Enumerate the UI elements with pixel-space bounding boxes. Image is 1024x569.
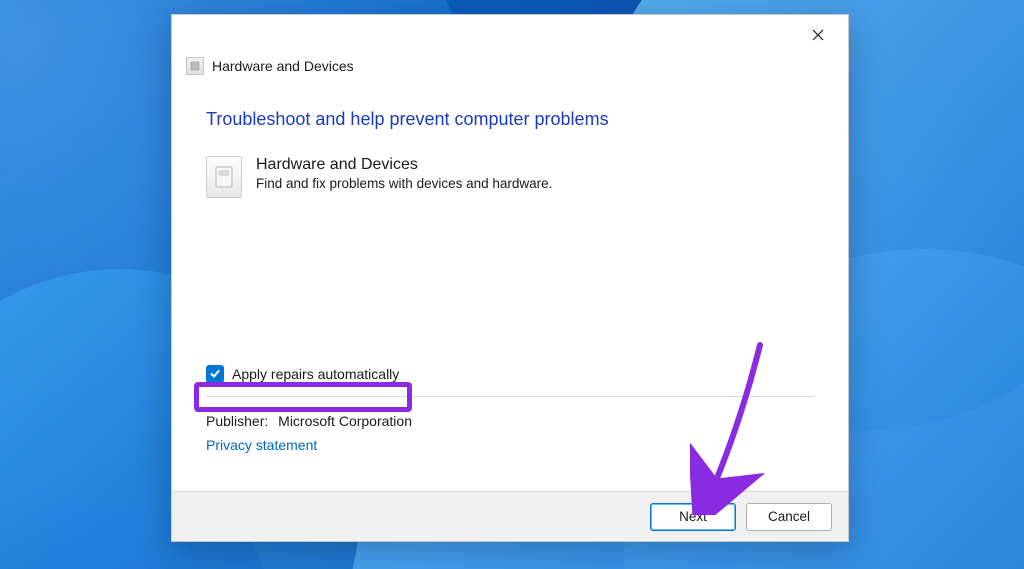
title-bar: [172, 15, 848, 55]
divider: [206, 396, 814, 397]
privacy-statement-link[interactable]: Privacy statement: [206, 437, 317, 453]
category-text: Hardware and Devices Find and fix proble…: [256, 156, 552, 191]
troubleshooter-dialog: Hardware and Devices Troubleshoot and he…: [171, 14, 849, 542]
publisher-label: Publisher:: [206, 413, 268, 429]
category-title: Hardware and Devices: [256, 156, 552, 174]
publisher-row: Publisher: Microsoft Corporation: [206, 413, 412, 429]
category-block: Hardware and Devices Find and fix proble…: [206, 156, 814, 198]
hardware-devices-icon: [206, 156, 242, 198]
next-button[interactable]: Next: [650, 503, 736, 531]
apply-repairs-label[interactable]: Apply repairs automatically: [232, 366, 399, 382]
apply-repairs-checkbox[interactable]: [206, 365, 224, 383]
troubleshooter-icon: [186, 57, 204, 75]
button-bar: Next Cancel: [172, 491, 848, 541]
header-row: Hardware and Devices: [172, 55, 848, 85]
apply-repairs-row[interactable]: Apply repairs automatically: [206, 365, 399, 383]
checkmark-icon: [209, 368, 221, 380]
dialog-content: Troubleshoot and help prevent computer p…: [172, 85, 848, 491]
close-icon: [812, 29, 824, 41]
close-button[interactable]: [796, 20, 840, 50]
device-icon: [214, 165, 234, 189]
cancel-button[interactable]: Cancel: [746, 503, 832, 531]
publisher-value: Microsoft Corporation: [278, 413, 412, 429]
dialog-title: Hardware and Devices: [212, 58, 354, 74]
tool-icon: [190, 61, 200, 71]
main-heading: Troubleshoot and help prevent computer p…: [206, 109, 814, 130]
category-description: Find and fix problems with devices and h…: [256, 176, 552, 191]
